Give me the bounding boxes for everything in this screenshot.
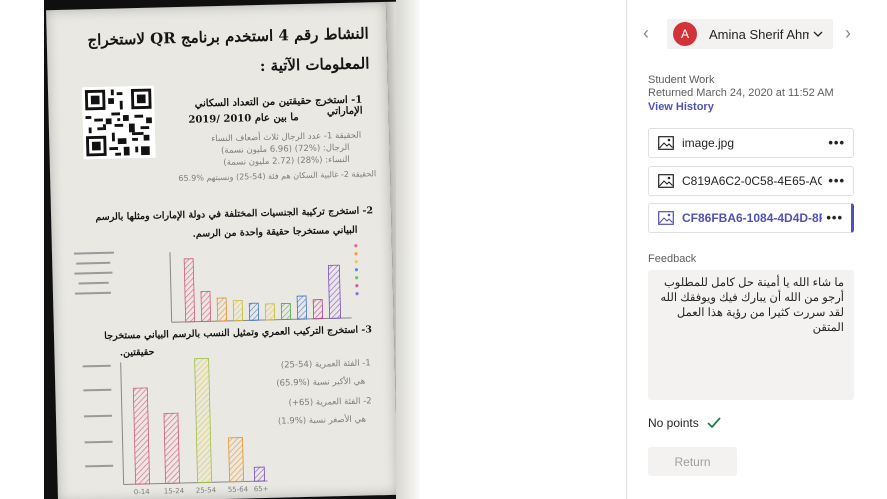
file-item[interactable]: image.jpg •••: [648, 128, 854, 158]
x-label-25-54: 25-54: [195, 486, 217, 495]
image-file-icon: [658, 211, 674, 225]
question-1-years: ما بين عام 2010 /2019: [188, 112, 299, 126]
x-label-65plus: 65+: [253, 484, 269, 494]
student-work-label: Student Work: [648, 74, 715, 86]
age-structure-chart: [82, 357, 268, 485]
return-button[interactable]: Return: [648, 447, 737, 476]
image-viewer: النشاط رقم 4 استخدم برنامج QR لاستخراج ا…: [0, 0, 626, 499]
notebook-binding: [396, 0, 420, 499]
answer-fact-1-men: الرجال: (%72) (6.96 مليون نسمة): [220, 142, 350, 156]
chart-handwritten-labels: [73, 251, 114, 295]
more-options-icon[interactable]: •••: [828, 174, 845, 187]
chevron-down-icon: [813, 31, 823, 37]
x-label-15-24: 15-24: [163, 486, 185, 496]
file-name: CF86FBA6-1084-4D4D-8FC: [682, 211, 822, 225]
returned-timestamp: Returned March 24, 2020 at 11:52 AM: [648, 87, 834, 99]
points-field[interactable]: No points: [648, 416, 721, 430]
feedback-textarea[interactable]: ما شاء الله يا أمينة حل كامل للمطلوب أرج…: [648, 270, 854, 400]
question-2: 2- استخرج تركيبة الجنسيات المختلفة في دو…: [95, 205, 374, 224]
more-options-icon[interactable]: •••: [826, 211, 843, 224]
file-item-selected[interactable]: CF86FBA6-1084-4D4D-8FC •••: [648, 203, 854, 233]
checkmark-icon: [707, 417, 721, 429]
student-name: Amina Sherif Ahm...: [709, 26, 809, 42]
view-history-link[interactable]: View History: [648, 101, 714, 113]
previous-student-arrow-icon[interactable]: ‹: [643, 24, 649, 42]
student-selector[interactable]: A Amina Sherif Ahm...: [667, 19, 833, 49]
age-fact-1: 1- الفئة العمرية (54-25): [280, 358, 371, 371]
answer-fact-1-women: النساء: (%28) (2.72 مليون نسمة): [223, 154, 350, 168]
points-text: No points: [648, 416, 699, 430]
feedback-label: Feedback: [648, 253, 697, 265]
x-label-55-64: 55-64: [227, 485, 249, 494]
next-student-arrow-icon[interactable]: ›: [845, 24, 851, 42]
age-fact-2: 2- الفئة العمرية (65+): [288, 396, 372, 409]
submission-photo: النشاط رقم 4 استخدم برنامج QR لاستخراج ا…: [44, 0, 420, 499]
age-fact-2-detail: هي الأصغر نسبة (%1.9): [277, 414, 367, 427]
notebook-page: النشاط رقم 4 استخدم برنامج QR لاستخراج ا…: [46, 1, 412, 499]
chart-legend: [354, 244, 359, 296]
image-file-icon: [658, 174, 674, 188]
image-file-icon: [658, 136, 674, 150]
worksheet-title-line2: المعلومات الآتية :: [259, 54, 370, 76]
answer-fact-2: الحقيقة 2- غالبية السكان هم فئة (54-25) …: [178, 169, 377, 184]
file-name: image.jpg: [682, 136, 735, 150]
age-fact-1-detail: هي الأكبر نسبة (%65.9): [276, 376, 366, 389]
file-item[interactable]: C819A6C2-0C58-4E65-ACF… •••: [648, 166, 854, 196]
worksheet-title: النشاط رقم 4 استخدم برنامج QR لاستخراج: [87, 24, 369, 50]
x-label-0-14: 0-14: [133, 487, 150, 497]
avatar: A: [673, 22, 697, 46]
more-options-icon[interactable]: •••: [828, 136, 845, 149]
qr-code-icon: [81, 85, 156, 160]
grading-panel: ‹ A Amina Sherif Ahm... › Student Work R…: [626, 0, 887, 499]
file-name: C819A6C2-0C58-4E65-ACF…: [682, 174, 822, 188]
nationalities-chart: [73, 244, 359, 323]
